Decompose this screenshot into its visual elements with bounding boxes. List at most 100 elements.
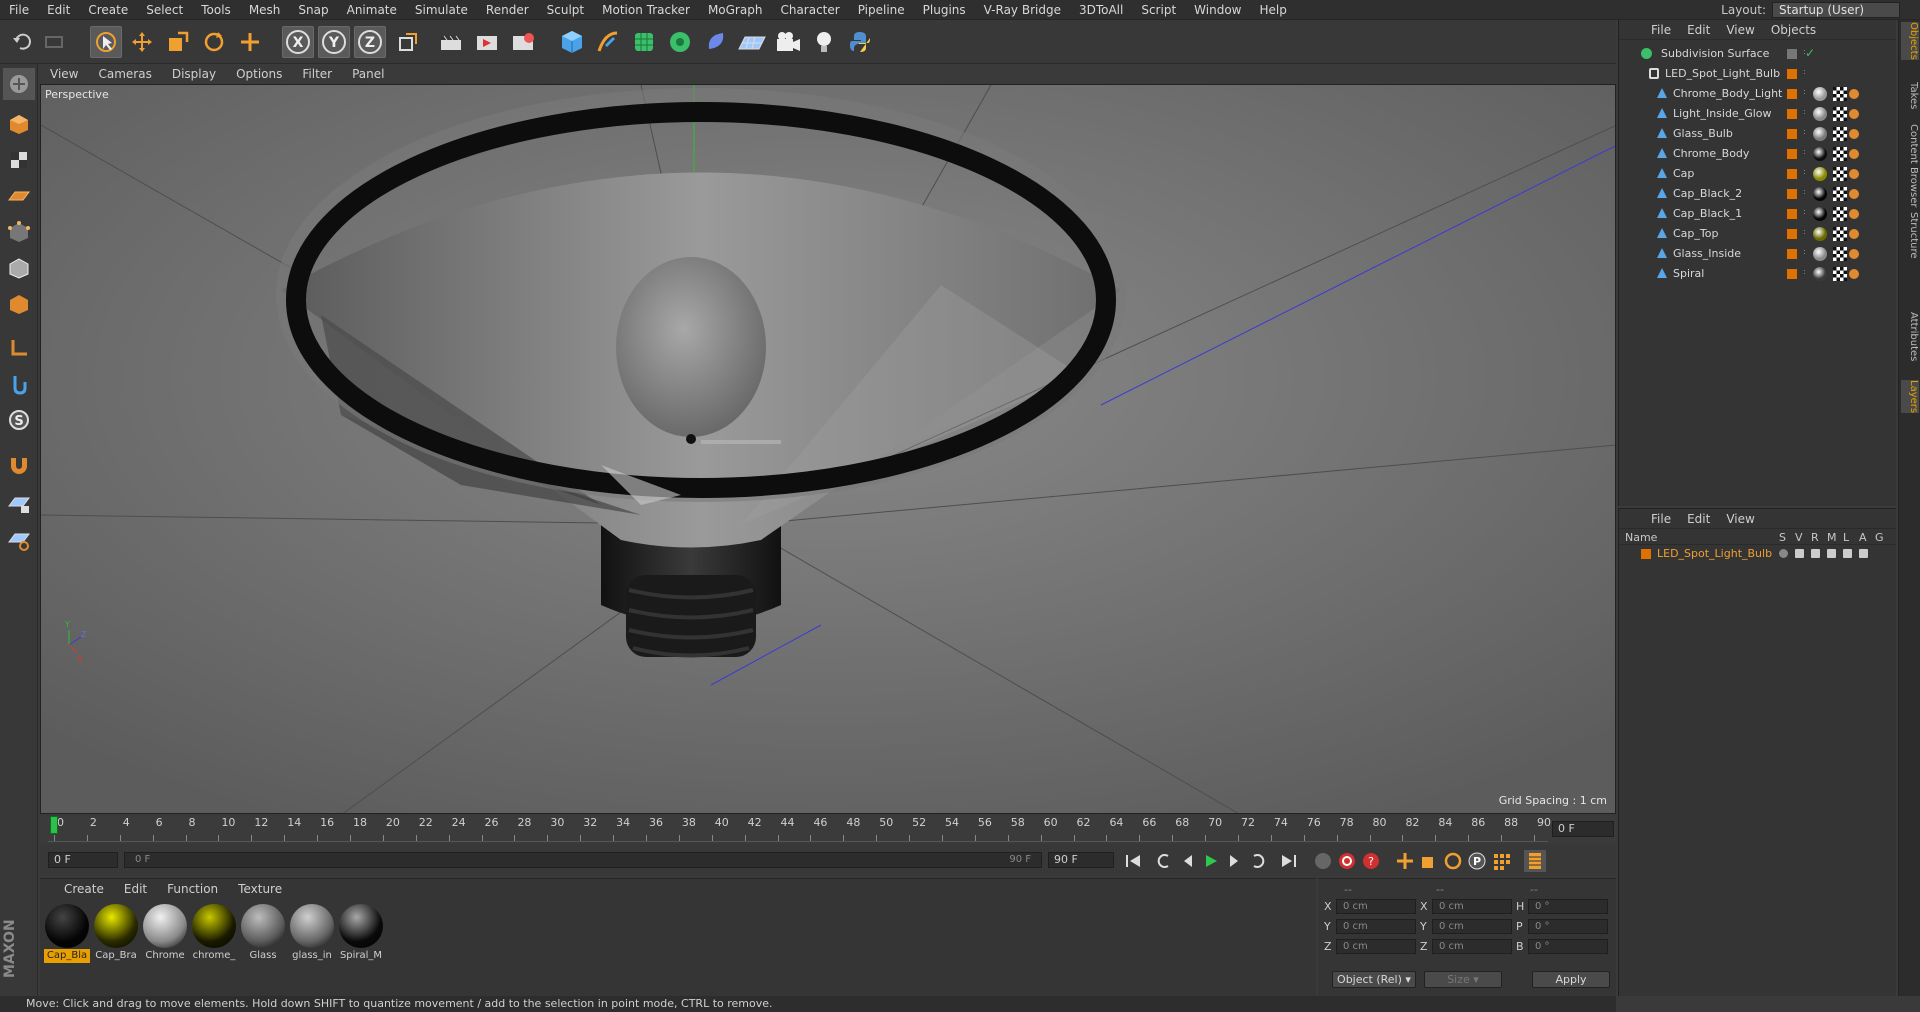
menu-motion-tracker[interactable]: Motion Tracker	[593, 3, 699, 17]
menu-3dtoall[interactable]: 3DToAll	[1070, 3, 1132, 17]
visibility-dots-icon[interactable]: :	[1803, 248, 1813, 259]
play-forward-icon[interactable]	[1200, 850, 1222, 872]
texture-tag-icon[interactable]	[1833, 107, 1847, 121]
menu-simulate[interactable]: Simulate	[406, 3, 477, 17]
visibility-dots-icon[interactable]: :	[1803, 128, 1813, 139]
coord-rotation-field[interactable]: 0 °	[1528, 939, 1608, 954]
side-tab-layers[interactable]: Layers	[1901, 380, 1919, 414]
phong-tag-icon[interactable]	[1849, 129, 1859, 139]
go-to-end-icon[interactable]	[1278, 850, 1300, 872]
material-tag-icon[interactable]	[1813, 127, 1827, 141]
layout-selector[interactable]: Layout: Startup (User)	[1721, 2, 1900, 18]
object-row[interactable]: LED_Spot_Light_Bulb:	[1619, 64, 1897, 84]
phong-tag-icon[interactable]	[1849, 189, 1859, 199]
phong-tag-icon[interactable]	[1849, 249, 1859, 259]
render-view-icon[interactable]	[436, 26, 468, 58]
layer-row[interactable]: LED_Spot_Light_Bulb	[1619, 545, 1896, 563]
texture-mode-icon[interactable]	[3, 144, 35, 176]
menu-animate[interactable]: Animate	[338, 3, 406, 17]
material-tag-icon[interactable]	[1813, 87, 1827, 101]
key-position-icon[interactable]	[1394, 850, 1416, 872]
layer-render-toggle-icon[interactable]	[1811, 549, 1820, 558]
rotate-icon[interactable]	[198, 26, 230, 58]
texture-tag-icon[interactable]	[1833, 147, 1847, 161]
texture-tag-icon[interactable]	[1833, 207, 1847, 221]
coord-position-field[interactable]: 0 cm	[1336, 919, 1416, 934]
key-scale-icon[interactable]	[1418, 850, 1440, 872]
layout-dropdown[interactable]: Startup (User)	[1772, 2, 1900, 18]
coordinate-mode-dropdown[interactable]: Object (Rel) ▾	[1332, 971, 1416, 988]
x-axis-icon[interactable]: X	[282, 26, 314, 58]
viewport-menu-panel[interactable]: Panel	[342, 67, 394, 81]
layer-menu-file[interactable]: File	[1643, 512, 1679, 526]
layer-animation-toggle-icon[interactable]	[1859, 549, 1868, 558]
start-frame-field[interactable]: 0 F	[48, 852, 118, 868]
material-swatch[interactable]: Glass	[240, 903, 286, 963]
coordinate-system-icon[interactable]	[392, 26, 424, 58]
size-mode-dropdown[interactable]: Size ▾	[1424, 971, 1502, 988]
menu-v-ray-bridge[interactable]: V-Ray Bridge	[975, 3, 1070, 17]
menu-file[interactable]: File	[0, 3, 38, 17]
workplane-lock-icon[interactable]	[3, 488, 35, 520]
visibility-dots-icon[interactable]: :	[1803, 208, 1813, 219]
material-tag-icon[interactable]	[1813, 267, 1827, 281]
material-menu-edit[interactable]: Edit	[114, 882, 157, 896]
phong-tag-icon[interactable]	[1849, 209, 1859, 219]
polygons-mode-icon[interactable]	[3, 288, 35, 320]
edges-mode-icon[interactable]	[3, 252, 35, 284]
visibility-dots-icon[interactable]: :	[1803, 148, 1813, 159]
layer-manager-toggle-icon[interactable]	[1827, 549, 1836, 558]
visibility-dots-icon[interactable]: :	[1803, 108, 1813, 119]
layer-color-swatch[interactable]	[1641, 549, 1651, 559]
redo-icon[interactable]	[38, 26, 70, 58]
floor-icon[interactable]	[736, 26, 768, 58]
visibility-dots-icon[interactable]: :	[1803, 88, 1813, 99]
coord-size-field[interactable]: 0 cm	[1432, 939, 1512, 954]
timeline-playhead[interactable]	[50, 816, 58, 834]
menu-plugins[interactable]: Plugins	[914, 3, 975, 17]
subdivision-icon[interactable]	[628, 26, 660, 58]
layer-solo-toggle-icon[interactable]	[1779, 549, 1788, 558]
texture-tag-icon[interactable]	[1833, 187, 1847, 201]
next-frame-icon[interactable]	[1224, 850, 1246, 872]
phong-tag-icon[interactable]	[1849, 169, 1859, 179]
object-row[interactable]: Spiral:	[1619, 264, 1897, 284]
viewport-menu-view[interactable]: View	[40, 67, 88, 81]
viewport-menu-cameras[interactable]: Cameras	[88, 67, 161, 81]
layer-color-swatch[interactable]	[1787, 129, 1797, 139]
coord-position-field[interactable]: 0 cm	[1336, 939, 1416, 954]
snap-icon[interactable]	[3, 448, 35, 480]
layer-color-swatch[interactable]	[1787, 269, 1797, 279]
menu-mesh[interactable]: Mesh	[240, 3, 290, 17]
layer-view-toggle-icon[interactable]	[1795, 549, 1804, 558]
last-tool-icon[interactable]	[234, 26, 266, 58]
material-tag-icon[interactable]	[1813, 107, 1827, 121]
make-editable-icon[interactable]	[3, 68, 35, 100]
coord-size-field[interactable]: 0 cm	[1432, 899, 1512, 914]
layer-color-swatch[interactable]	[1787, 189, 1797, 199]
timeline[interactable]: 0 2 4 6 8 10 12 14 16 18 20 22 24 26 28 30 32 34 36 38 40 42 4…	[40, 816, 1616, 842]
visibility-dots-icon[interactable]: :	[1803, 228, 1813, 239]
key-pla-icon[interactable]	[1490, 850, 1512, 872]
menu-render[interactable]: Render	[477, 3, 538, 17]
layer-color-swatch[interactable]	[1787, 209, 1797, 219]
object-row[interactable]: Cap_Black_1:	[1619, 204, 1897, 224]
visibility-dots-icon[interactable]: :	[1803, 68, 1813, 79]
live-selection-icon[interactable]	[90, 26, 122, 58]
preview-range-slider[interactable]: 0 F 90 F	[124, 852, 1042, 868]
viewport-menu-filter[interactable]: Filter	[292, 67, 342, 81]
phong-tag-icon[interactable]	[1849, 89, 1859, 99]
coord-rotation-field[interactable]: 0 °	[1528, 919, 1608, 934]
object-row[interactable]: Cap:	[1619, 164, 1897, 184]
texture-tag-icon[interactable]	[1833, 127, 1847, 141]
workplane-mode-icon[interactable]	[3, 180, 35, 212]
previous-frame-icon[interactable]	[1176, 850, 1198, 872]
key-parameter-icon[interactable]: P	[1466, 850, 1488, 872]
texture-tag-icon[interactable]	[1833, 167, 1847, 181]
pen-icon[interactable]	[592, 26, 624, 58]
layer-color-swatch[interactable]	[1787, 169, 1797, 179]
coord-size-field[interactable]: 0 cm	[1432, 919, 1512, 934]
y-axis-icon[interactable]: Y	[318, 26, 350, 58]
layer-color-swatch[interactable]	[1787, 149, 1797, 159]
viewport-menu-display[interactable]: Display	[162, 67, 226, 81]
